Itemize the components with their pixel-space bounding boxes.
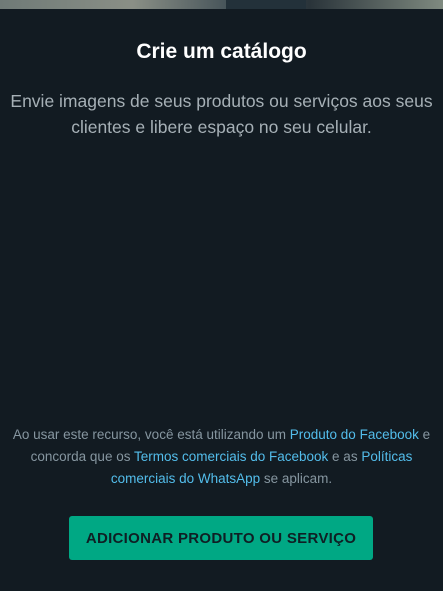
add-product-button[interactable]: ADICIONAR PRODUTO OU SERVIÇO	[69, 516, 373, 560]
legal-text-3: e as	[328, 449, 362, 464]
legal-text-4: se aplicam.	[260, 471, 333, 486]
legal-text-1: Ao usar este recurso, você está utilizan…	[12, 427, 290, 442]
facebook-terms-link[interactable]: Termos comerciais do Facebook	[134, 449, 328, 464]
hero-image-strip	[0, 0, 443, 9]
page-title: Crie um catálogo	[136, 40, 307, 63]
legal-notice: Ao usar este recurso, você está utilizan…	[8, 424, 435, 490]
hero-image-detail	[226, 0, 306, 9]
facebook-product-link[interactable]: Produto do Facebook	[290, 427, 419, 442]
page-description: Envie imagens de seus produtos ou serviç…	[10, 91, 433, 137]
